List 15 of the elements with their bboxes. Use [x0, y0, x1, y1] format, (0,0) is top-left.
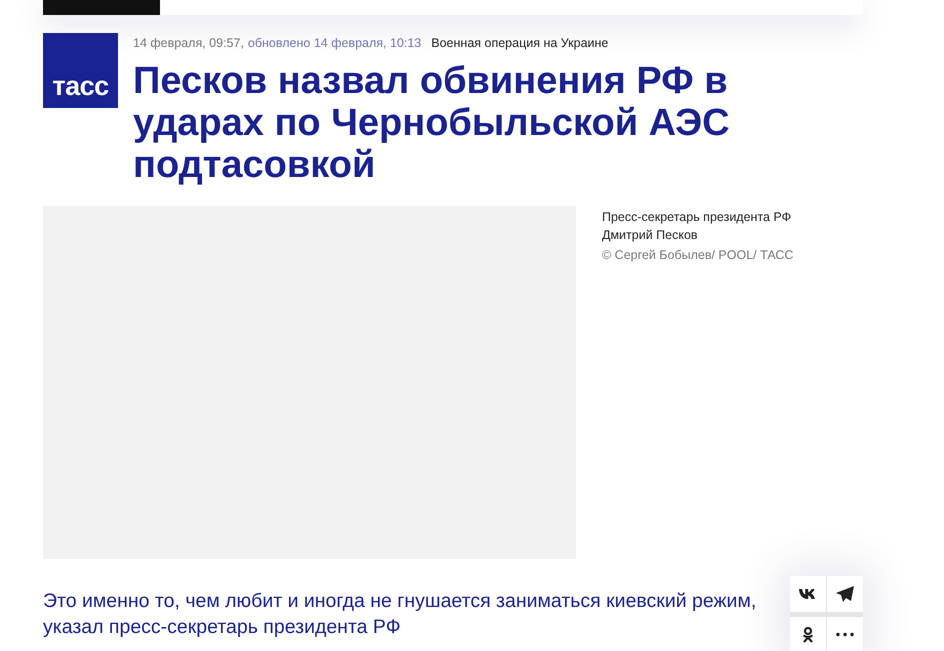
- vk-icon: [799, 588, 817, 600]
- more-button[interactable]: •••: [827, 616, 863, 651]
- paper-plane-icon: [836, 586, 854, 602]
- article-title: Песков назвал обвинения РФ в ударах по Чернобыльской АЭС подтасовкой: [133, 60, 731, 186]
- updated-date: обновлено 14 февраля, 10:13: [248, 36, 422, 50]
- topic-link[interactable]: Военная операция на Украине: [431, 36, 608, 50]
- photo-credit: © Сергей Бобылев/ POOL/ ТАСС: [602, 248, 794, 262]
- vk-share-button[interactable]: [790, 576, 826, 612]
- publish-date: 14 февраля, 09:57,: [133, 36, 244, 50]
- ok-share-button[interactable]: [790, 616, 826, 651]
- article-lead: Это именно то, чем любит и иногда не гнушается заниматься киевский режим, указал пресс-секретарь президента РФ: [43, 589, 758, 640]
- ok-icon: [802, 626, 814, 642]
- tass-logo[interactable]: тасс: [43, 33, 118, 108]
- telegram-share-button[interactable]: [827, 576, 863, 612]
- photo-caption: Пресс-секретарь президента РФ Дмитрий Песков: [602, 209, 792, 244]
